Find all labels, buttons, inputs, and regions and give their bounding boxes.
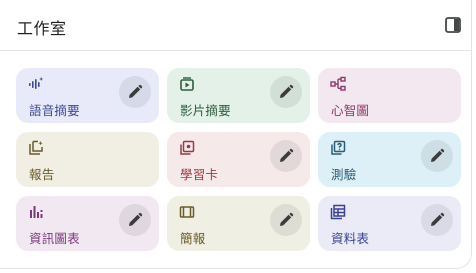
video-icon	[179, 76, 195, 92]
tile-report[interactable]: 報告	[16, 132, 159, 187]
table-icon	[330, 204, 346, 220]
quiz-icon	[330, 140, 346, 156]
tile-label: 資訊圖表	[29, 231, 80, 246]
pencil-icon	[431, 148, 445, 162]
edit-button[interactable]	[421, 204, 453, 236]
tile-label: 學習卡	[180, 167, 219, 182]
tile-infographic[interactable]: 資訊圖表	[16, 196, 159, 251]
tile-audio-overview[interactable]: 語音摘要	[16, 68, 159, 123]
tile-quiz[interactable]: 測驗	[318, 132, 461, 187]
edit-button[interactable]	[119, 76, 151, 108]
studio-panel: 工作室 語音摘要 影片摘要 心智圖 報告 學習卡 測驗 資訊圖表 簡報 資料表	[0, 0, 472, 269]
pencil-icon	[280, 84, 294, 98]
tile-slides[interactable]: 簡報	[167, 196, 310, 251]
slides-icon	[179, 204, 195, 220]
pencil-icon	[431, 212, 445, 226]
pencil-icon	[280, 148, 294, 162]
tile-label: 語音摘要	[29, 103, 80, 118]
tile-label: 資料表	[331, 231, 370, 246]
studio-header: 工作室	[0, 0, 471, 51]
flashcards-icon	[179, 140, 195, 156]
tile-data-table[interactable]: 資料表	[318, 196, 461, 251]
edit-button[interactable]	[119, 204, 151, 236]
tile-video-overview[interactable]: 影片摘要	[167, 68, 310, 123]
report-icon	[28, 140, 44, 156]
audio-waveform-icon	[28, 76, 44, 92]
mind-map-icon	[330, 76, 346, 92]
edit-button[interactable]	[270, 76, 302, 108]
pencil-icon	[129, 212, 143, 226]
tile-label: 心智圖	[331, 103, 370, 118]
tile-mind-map[interactable]: 心智圖	[318, 68, 461, 123]
tile-label: 報告	[29, 167, 55, 182]
tile-flashcards[interactable]: 學習卡	[167, 132, 310, 187]
tile-label: 簡報	[180, 231, 206, 246]
tile-label: 影片摘要	[180, 103, 231, 118]
edit-button[interactable]	[270, 140, 302, 172]
panel-title: 工作室	[17, 19, 67, 38]
infographic-icon	[28, 204, 44, 220]
pencil-icon	[280, 212, 294, 226]
collapse-panel-icon[interactable]	[444, 16, 462, 34]
edit-button[interactable]	[270, 204, 302, 236]
pencil-icon	[129, 84, 143, 98]
tile-label: 測驗	[331, 167, 357, 182]
edit-button[interactable]	[421, 140, 453, 172]
